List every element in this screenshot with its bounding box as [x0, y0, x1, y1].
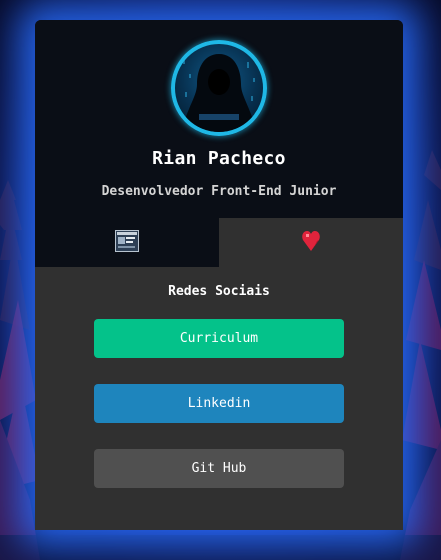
hooded-hacker-avatar-icon: [181, 54, 257, 132]
linkedin-button[interactable]: Linkedin: [94, 384, 344, 423]
heart-icon: [302, 230, 320, 256]
profile-role: Desenvolvedor Front-End Junior: [101, 184, 337, 199]
tab-favorites[interactable]: [219, 218, 403, 267]
profile-card: Rian Pacheco Desenvolvedor Front-End Jun…: [35, 20, 403, 530]
social-section-title: Redes Sociais: [168, 284, 270, 299]
terminal-window-icon: [115, 230, 139, 256]
tab-projects[interactable]: [35, 218, 219, 267]
profile-name: Rian Pacheco: [152, 148, 286, 169]
github-button[interactable]: Git Hub: [94, 449, 344, 488]
avatar: [171, 40, 267, 136]
profile-header: Rian Pacheco Desenvolvedor Front-End Jun…: [35, 20, 403, 218]
curriculum-button[interactable]: Curriculum: [94, 319, 344, 358]
